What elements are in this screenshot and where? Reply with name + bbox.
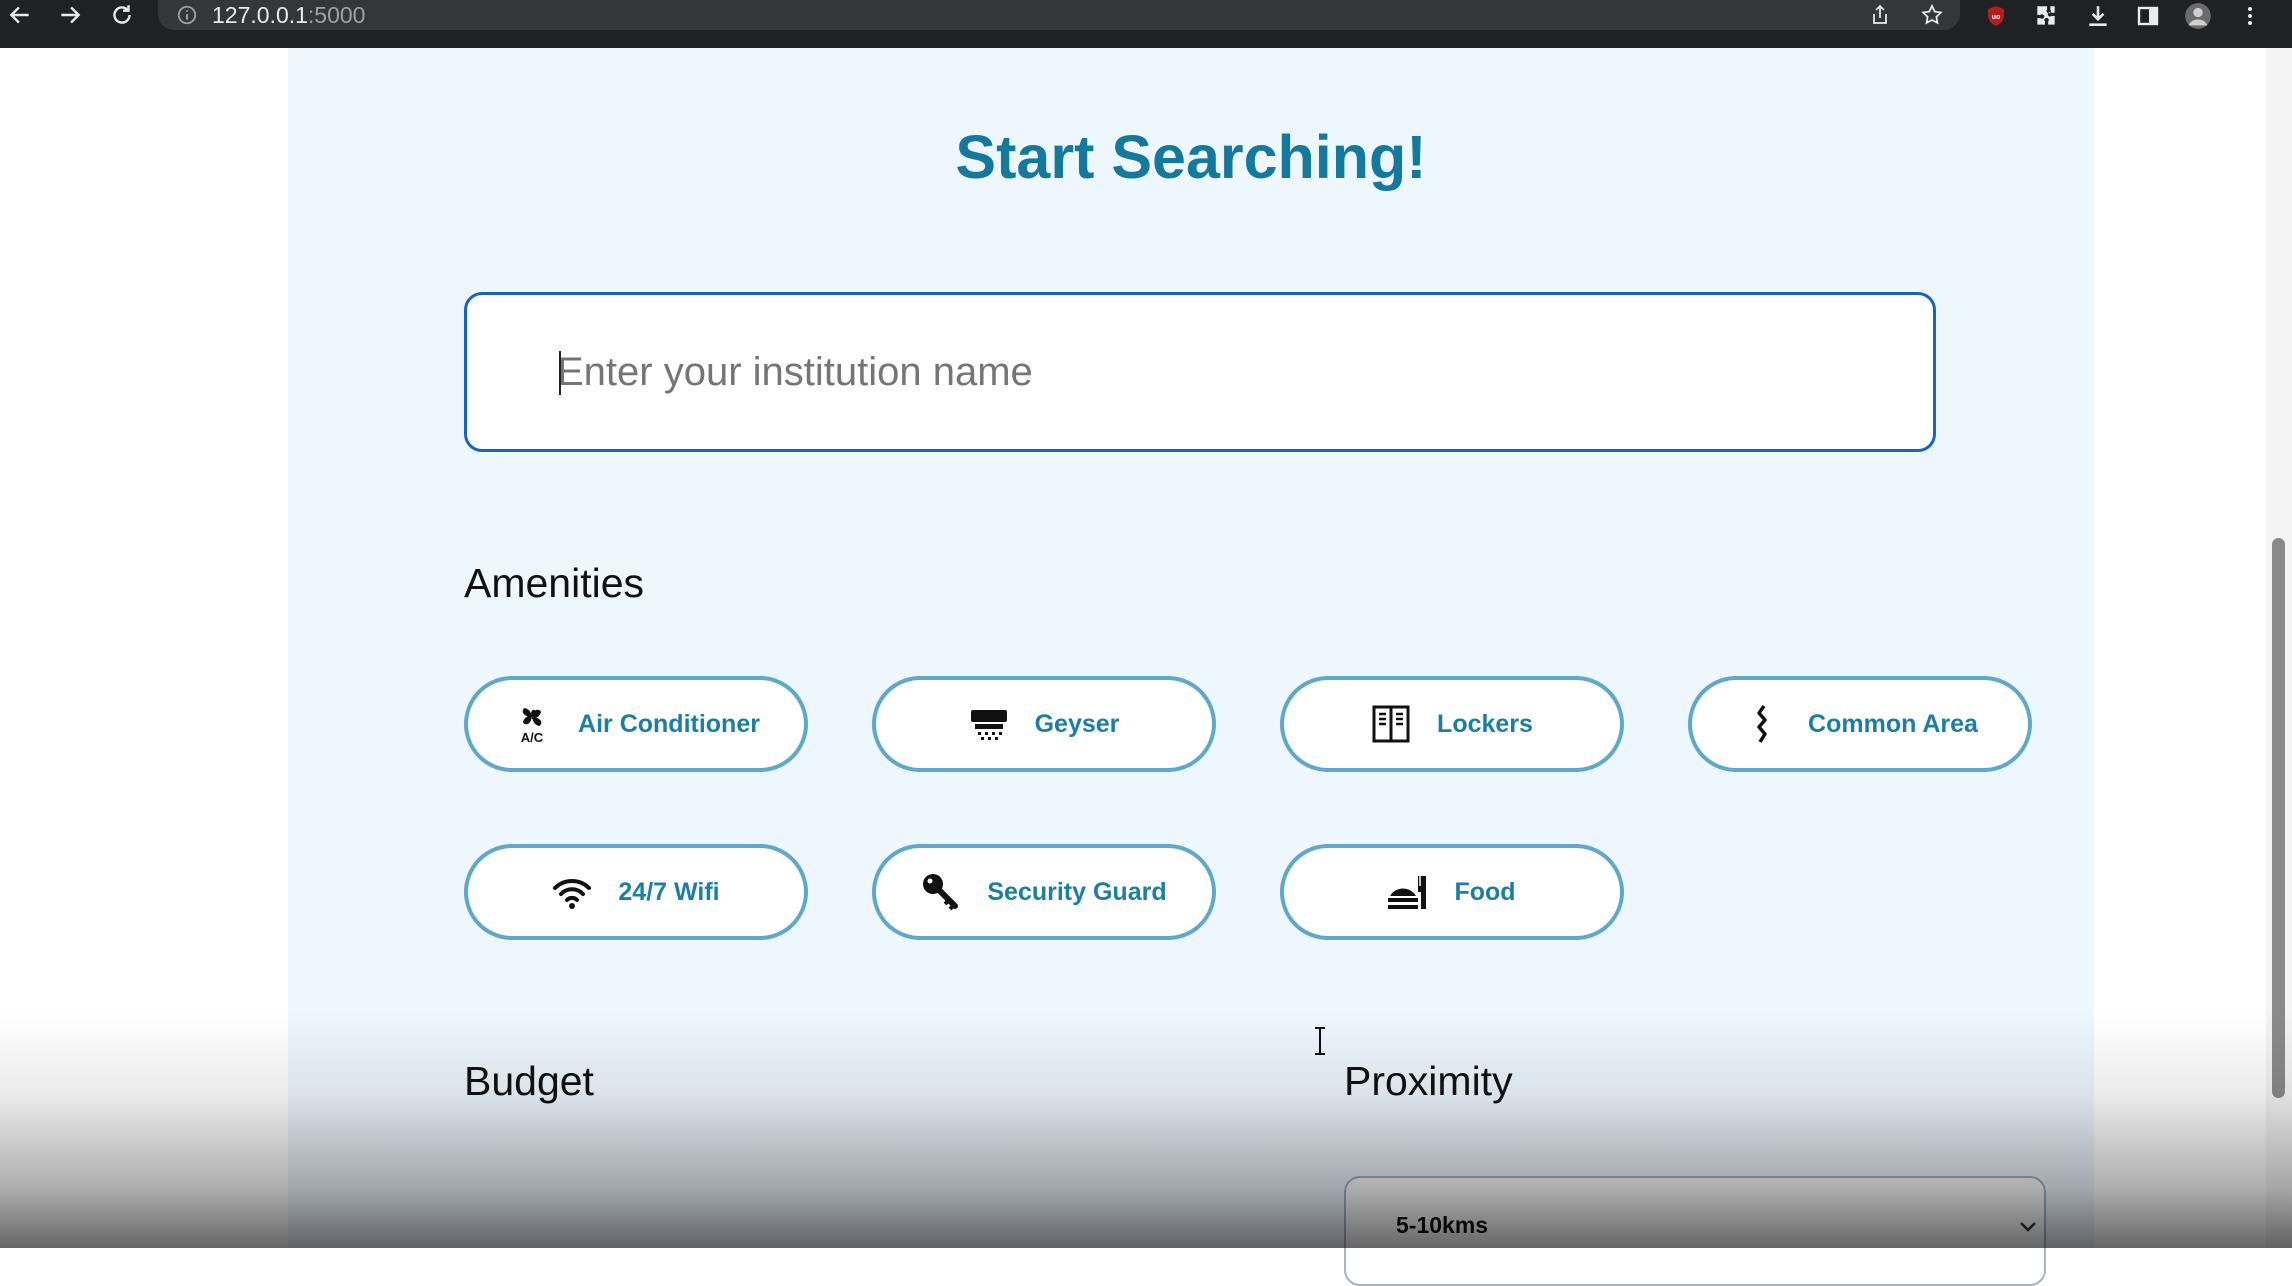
amenity-label: Air Conditioner [578, 709, 760, 738]
geyser-icon [969, 704, 1009, 744]
air-conditioner-icon: A/C [512, 704, 552, 744]
food-icon [1388, 872, 1428, 912]
scrollbar-thumb[interactable] [2272, 538, 2285, 1098]
amenity-label: Geyser [1034, 709, 1120, 738]
key-icon [921, 872, 961, 912]
url-port: :5000 [307, 2, 366, 28]
svg-text:uo: uo [1992, 14, 2001, 21]
amenity-label: Lockers [1437, 709, 1533, 738]
amenity-common-area[interactable]: Common Area [1688, 676, 2032, 772]
amenity-wifi[interactable]: 24/7 Wifi [464, 844, 808, 940]
bookmark-star-icon[interactable] [1920, 3, 1944, 27]
page-scrollbar[interactable] [2266, 48, 2292, 1248]
common-area-icon [1742, 704, 1782, 744]
download-icon[interactable] [2084, 2, 2112, 30]
reload-icon[interactable] [104, 0, 140, 30]
svg-text:A/C: A/C [521, 730, 544, 744]
search-panel: Start Searching! Amenities A/C Air Condi… [288, 48, 2094, 1286]
amenities-heading: Amenities [464, 560, 645, 606]
wifi-icon [552, 872, 592, 912]
more-menu-icon[interactable] [2236, 2, 2264, 30]
site-info-icon[interactable] [176, 4, 198, 26]
lockers-icon [1371, 704, 1411, 744]
text-cursor-icon [1315, 1027, 1325, 1055]
amenity-food[interactable]: Food [1280, 844, 1624, 940]
amenity-air-conditioner[interactable]: A/C Air Conditioner [464, 676, 808, 772]
chevron-down-icon [2020, 1222, 2036, 1232]
amenity-security-guard[interactable]: Security Guard [872, 844, 1216, 940]
institution-search-input[interactable] [557, 295, 1897, 449]
amenity-label: Common Area [1808, 709, 1978, 738]
text-caret [559, 351, 561, 395]
extensions-puzzle-icon[interactable] [2032, 2, 2060, 30]
back-icon[interactable] [2, 0, 38, 30]
amenity-label: 24/7 Wifi [618, 877, 720, 906]
page-title: Start Searching! [955, 123, 1427, 191]
amenity-label: Security Guard [987, 877, 1167, 906]
proximity-select[interactable]: 5-10kms [1344, 1176, 2046, 1286]
proximity-selected-value: 5-10kms [1396, 1212, 1489, 1238]
amenity-geyser[interactable]: Geyser [872, 676, 1216, 772]
browser-toolbar: 127.0.0.1:5000 uo [0, 0, 2292, 48]
url-host: 127.0.0.1 [212, 2, 308, 28]
amenity-label: Food [1454, 877, 1516, 906]
url-text: 127.0.0.1:5000 [212, 2, 365, 29]
share-icon[interactable] [1868, 3, 1892, 27]
budget-heading: Budget [464, 1058, 594, 1104]
ublock-extension-icon[interactable]: uo [1982, 2, 2010, 30]
proximity-heading: Proximity [1344, 1058, 1513, 1104]
amenity-lockers[interactable]: Lockers [1280, 676, 1624, 772]
side-panel-icon[interactable] [2134, 2, 2162, 30]
institution-search-box[interactable] [464, 292, 1936, 452]
forward-icon[interactable] [52, 0, 88, 30]
address-bar[interactable]: 127.0.0.1:5000 [158, 0, 1960, 30]
profile-avatar-icon[interactable] [2184, 2, 2212, 30]
